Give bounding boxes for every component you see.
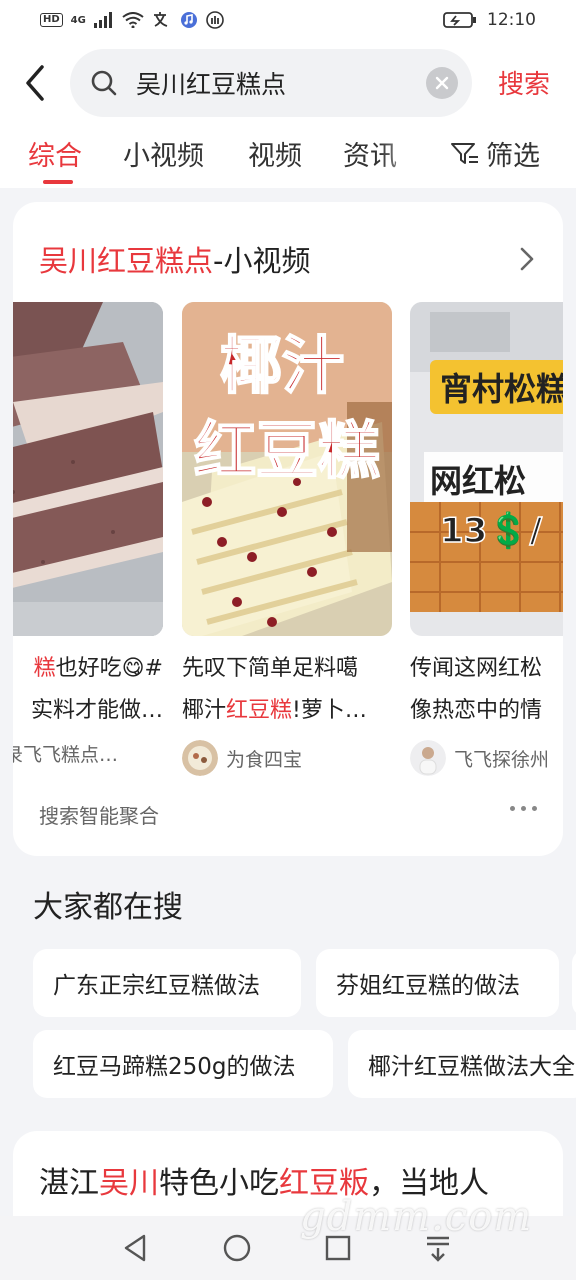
overlay-text-1: 宵村松糕: [440, 370, 563, 408]
overlay-text-2: 网红松: [430, 462, 526, 500]
more-icon[interactable]: [510, 806, 537, 811]
result-tabs: 综合 小视频 视频 资讯 筛选: [0, 128, 576, 188]
nav-back-icon[interactable]: [118, 1230, 154, 1266]
network-label: 4G: [70, 14, 86, 26]
tab-fade: [380, 128, 450, 188]
short-video-card: 吴川红豆糕点-小视频 糕也好吃😋# 实料才能做… 寻录飞飞糕: [13, 202, 563, 856]
video-title: 糕也好吃😋# 实料才能做…: [13, 648, 163, 732]
search-chip[interactable]: 广东正宗红豆糕做法: [33, 949, 301, 1017]
section-title[interactable]: 吴川红豆糕点-小视频: [39, 238, 310, 280]
clock: 12:10: [487, 10, 536, 30]
video-title-post: !萝卜…: [292, 698, 367, 723]
clear-search-button[interactable]: [426, 67, 458, 99]
filter-icon: [451, 142, 478, 164]
article-title-part: 湛江: [39, 1166, 99, 1201]
author-name: 寻录飞飞糕点…: [13, 744, 119, 766]
hd-indicator: HD: [40, 13, 63, 27]
article-title-highlight: 吴川: [99, 1166, 159, 1201]
nav-home-icon[interactable]: [219, 1230, 255, 1266]
wifi-icon: [122, 12, 144, 28]
active-tab-indicator: [43, 180, 73, 184]
section-title-highlight: 吴川红豆糕点: [39, 244, 214, 278]
video-author[interactable]: 寻录飞飞糕点…: [13, 740, 118, 767]
overlay-text-2: 红豆糕: [194, 414, 380, 487]
video-title-line1: 先叹下简单足料噶: [182, 656, 359, 681]
avatar: [182, 740, 218, 776]
video-title-line1: 也好吃😋#: [55, 656, 163, 681]
music-icon: [180, 12, 197, 28]
filter-label: 筛选: [486, 141, 540, 172]
search-chip[interactable]: 红豆马蹄糕250g的做法: [33, 1030, 333, 1098]
watermark: gdmm.com: [300, 1194, 533, 1240]
video-thumbnail[interactable]: [13, 302, 163, 636]
video-author[interactable]: 为食四宝: [182, 740, 302, 776]
video-title-line2: 实料才能做…: [30, 698, 163, 723]
author-name: 飞飞探徐州: [454, 748, 550, 771]
section-title-rest: -小视频: [213, 244, 311, 278]
video-title-line1: 传闻这网红松: [410, 656, 543, 681]
tab-all[interactable]: 综合: [28, 134, 82, 173]
pine-cake-image: 宵村松糕 网红松 13💲/: [410, 302, 563, 636]
author-name: 为食四宝: [226, 748, 303, 771]
overlay-text-1: 椰汁: [220, 329, 344, 402]
search-query[interactable]: 吴川红豆糕点: [136, 65, 426, 101]
search-input[interactable]: 吴川红豆糕点: [70, 49, 472, 117]
video-thumbnail[interactable]: 宵村松糕 网红松 13💲/: [410, 302, 563, 636]
back-arrow-icon[interactable]: [22, 62, 52, 104]
filter-button[interactable]: 筛选: [450, 134, 540, 173]
video-thumbnail[interactable]: 椰汁 红豆糕: [182, 302, 392, 636]
coconut-red-bean-cake-image: 椰汁 红豆糕: [182, 302, 392, 636]
avatar: [410, 740, 446, 776]
search-header: 吴川红豆糕点 搜索: [0, 40, 576, 128]
app-badge-icon: [206, 11, 224, 29]
video-title-pre: 椰汁: [182, 698, 227, 723]
signal-icon: [93, 12, 112, 28]
tab-video[interactable]: 视频: [248, 134, 302, 173]
video-title-highlight: 糕: [33, 656, 56, 681]
video-title-line2: 像热恋中的情: [410, 698, 543, 723]
clear-icon: [435, 76, 449, 90]
tab-short-video[interactable]: 小视频: [123, 134, 204, 173]
popular-searches-title: 大家都在搜: [33, 890, 183, 925]
search-button[interactable]: 搜索: [498, 64, 550, 101]
status-bar: HD 4G 12:10: [0, 0, 576, 40]
search-chip-partial[interactable]: [572, 949, 576, 1017]
chevron-right-icon[interactable]: [517, 244, 537, 274]
aggregate-label: 搜索智能聚合: [39, 804, 159, 828]
overlay-text-3: 13💲/: [440, 511, 543, 551]
translate-icon: [153, 12, 168, 27]
article-title-part: 特色小吃: [159, 1166, 279, 1201]
search-chip[interactable]: 椰汁红豆糕做法大全: [348, 1030, 576, 1098]
video-title: 先叹下简单足料噶 椰汁红豆糕!萝卜…: [182, 648, 392, 732]
video-title: 传闻这网红松 像热恋中的情: [410, 648, 563, 732]
video-title-highlight: 红豆糕: [226, 698, 293, 723]
red-bean-cake-image: [13, 302, 163, 636]
video-author[interactable]: 飞飞探徐州: [410, 740, 549, 776]
search-chip[interactable]: 芬姐红豆糕的做法: [316, 949, 559, 1017]
battery-icon: [443, 12, 476, 28]
search-icon: [91, 70, 117, 96]
